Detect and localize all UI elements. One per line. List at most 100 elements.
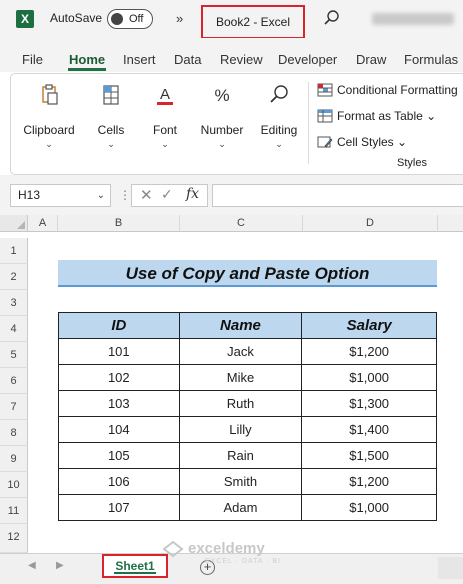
cell-name[interactable]: Rain <box>178 442 303 469</box>
tab-review[interactable]: Review <box>220 52 263 67</box>
watermark-brand: exceldemy <box>188 540 265 557</box>
cell-salary[interactable]: $1,200 <box>301 338 437 365</box>
more-commands-icon[interactable]: » <box>176 11 183 26</box>
watermark-tagline: EXCEL · DATA · BI <box>205 558 281 565</box>
cell-id[interactable]: 101 <box>58 338 180 365</box>
row-header-6[interactable]: 6 <box>0 368 28 394</box>
cell-name[interactable]: Adam <box>178 494 303 521</box>
scroll-sheets-left-icon[interactable]: ◀ <box>28 560 36 571</box>
autosave-state: Off <box>129 13 144 25</box>
cell-name[interactable]: Smith <box>178 468 303 495</box>
cell-name[interactable]: Ruth <box>178 390 303 417</box>
select-all-corner[interactable] <box>0 215 28 232</box>
cancel-icon[interactable]: ✕ <box>140 186 153 204</box>
cell-id[interactable]: 102 <box>58 364 180 391</box>
table-row: 101 Jack $1,200 <box>58 338 437 365</box>
active-tab-indicator <box>68 68 106 71</box>
cell-styles-button[interactable]: Cell Styles ⌄ <box>317 135 407 149</box>
row-header-4[interactable]: 4 <box>0 316 28 342</box>
tab-developer[interactable]: Developer <box>278 52 337 67</box>
svg-text:A: A <box>160 86 170 103</box>
header-name[interactable]: Name <box>178 312 303 339</box>
column-header-c[interactable]: C <box>180 215 303 232</box>
row-header-7[interactable]: 7 <box>0 394 28 420</box>
styles-group-label: Styles <box>397 157 427 169</box>
cells-label: Cells <box>97 123 125 137</box>
cell-salary[interactable]: $1,000 <box>301 364 437 391</box>
header-id[interactable]: ID <box>58 312 180 339</box>
scroll-sheets-right-icon[interactable]: ▶ <box>56 560 64 571</box>
tab-file[interactable]: File <box>22 52 43 67</box>
table-row: 105 Rain $1,500 <box>58 442 437 469</box>
cell-name[interactable]: Mike <box>178 364 303 391</box>
row-header-8[interactable]: 8 <box>0 420 28 446</box>
sheet-tab-label: Sheet1 <box>115 559 155 573</box>
column-header-e[interactable] <box>438 215 463 232</box>
document-title: Book2 - Excel <box>201 5 305 39</box>
row-header-11[interactable]: 11 <box>0 498 28 524</box>
ribbon-panel: Clipboard ⌄ Cells ⌄ A Font ⌄ % Number ⌄ <box>10 73 463 175</box>
number-group[interactable]: % Number ⌄ <box>197 82 247 150</box>
formula-bar-grip-icon[interactable]: ⋮ <box>119 188 131 202</box>
cell-id[interactable]: 107 <box>58 494 180 521</box>
table-row: 104 Lilly $1,400 <box>58 416 437 443</box>
row-header-12[interactable]: 12 <box>0 524 28 553</box>
clipboard-group[interactable]: Clipboard ⌄ <box>21 82 77 150</box>
editing-group[interactable]: Editing ⌄ <box>258 82 300 150</box>
cells-icon <box>103 85 119 105</box>
chevron-down-icon[interactable]: ⌄ <box>97 185 105 206</box>
conditional-formatting-button[interactable]: Conditional Formatting ⌄ <box>317 83 463 97</box>
cell-id[interactable]: 106 <box>58 468 180 495</box>
select-all-triangle-icon <box>17 221 25 229</box>
autosave-toggle[interactable]: Off <box>107 9 153 29</box>
cell-name[interactable]: Lilly <box>178 416 303 443</box>
table-row: 106 Smith $1,200 <box>58 468 437 495</box>
tab-insert[interactable]: Insert <box>123 52 156 67</box>
table-header-row: ID Name Salary <box>58 312 437 339</box>
font-icon: A <box>157 86 173 105</box>
tab-draw[interactable]: Draw <box>356 52 386 67</box>
column-header-b[interactable]: B <box>58 215 180 232</box>
row-header-3[interactable]: 3 <box>0 290 28 316</box>
sheet-tab-sheet1[interactable]: Sheet1 <box>102 554 168 578</box>
cells-group[interactable]: Cells ⌄ <box>91 82 131 150</box>
row-header-2[interactable]: 2 <box>0 264 28 290</box>
name-box[interactable]: H13 ⌄ <box>10 184 111 207</box>
search-icon[interactable] <box>322 8 342 28</box>
chevron-down-icon: ⌄ <box>458 83 463 97</box>
formula-input[interactable] <box>212 184 463 207</box>
editing-search-icon <box>270 85 288 103</box>
autosave-label: AutoSave <box>50 11 103 25</box>
conditional-formatting-icon <box>317 83 333 97</box>
insert-function-button[interactable]: fx <box>186 186 199 202</box>
header-salary[interactable]: Salary <box>301 312 437 339</box>
clipboard-icon <box>42 84 58 105</box>
row-header-9[interactable]: 9 <box>0 446 28 472</box>
tab-formulas[interactable]: Formulas <box>404 52 458 67</box>
row-header-10[interactable]: 10 <box>0 472 28 498</box>
row-header-1[interactable]: 1 <box>0 238 28 264</box>
cell-id[interactable]: 103 <box>58 390 180 417</box>
cell-salary[interactable]: $1,000 <box>301 494 437 521</box>
format-as-table-button[interactable]: Format as Table ⌄ <box>317 109 436 123</box>
tab-home[interactable]: Home <box>69 52 105 67</box>
column-header-a[interactable]: A <box>28 215 58 232</box>
editing-label: Editing <box>260 123 298 137</box>
cell-salary[interactable]: $1,500 <box>301 442 437 469</box>
title-bar: X AutoSave Off » Book2 - Excel <box>0 0 463 39</box>
cell-id[interactable]: 104 <box>58 416 180 443</box>
cell-name[interactable]: Jack <box>178 338 303 365</box>
format-as-table-icon <box>317 109 333 123</box>
font-group[interactable]: A Font ⌄ <box>147 82 183 150</box>
enter-check-icon[interactable]: ✓ <box>161 186 173 203</box>
cell-id[interactable]: 105 <box>58 442 180 469</box>
cell-salary[interactable]: $1,400 <box>301 416 437 443</box>
ribbon-separator <box>308 82 309 164</box>
column-header-d[interactable]: D <box>303 215 438 232</box>
table-title[interactable]: Use of Copy and Paste Option <box>58 260 437 287</box>
row-header-5[interactable]: 5 <box>0 342 28 368</box>
horizontal-scrollbar[interactable] <box>438 557 463 579</box>
cell-salary[interactable]: $1,300 <box>301 390 437 417</box>
tab-data[interactable]: Data <box>174 52 201 67</box>
cell-salary[interactable]: $1,200 <box>301 468 437 495</box>
